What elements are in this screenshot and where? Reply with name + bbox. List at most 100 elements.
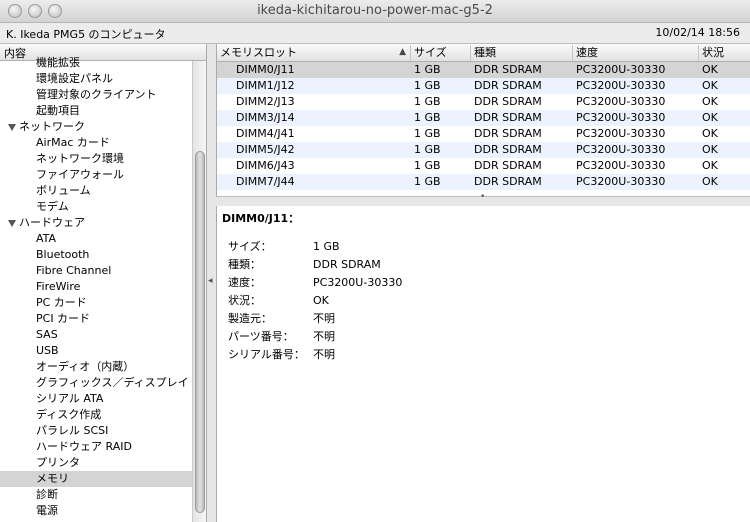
sidebar-item[interactable]: AirMac カード bbox=[0, 135, 206, 151]
sidebar-item-label: ボリューム bbox=[36, 184, 91, 197]
table-row[interactable]: DIMM3/J14 1 GB DDR SDRAM PC3200U-30330 OK bbox=[217, 110, 750, 126]
table-cell: DIMM3/J14 bbox=[236, 111, 295, 124]
table-cell: 1 GB bbox=[414, 79, 441, 92]
table-row[interactable]: DIMM0/J11 1 GB DDR SDRAM PC3200U-30330 OK bbox=[217, 62, 750, 78]
sidebar-item[interactable]: PC カード bbox=[0, 295, 206, 311]
sidebar-item[interactable]: ATA bbox=[0, 231, 206, 247]
sidebar-item[interactable]: ネットワーク環境 bbox=[0, 151, 206, 167]
sidebar-item[interactable]: 起動項目 bbox=[0, 103, 206, 119]
sidebar-item[interactable]: モデム bbox=[0, 199, 206, 215]
sidebar-item[interactable]: パラレル SCSI bbox=[0, 423, 206, 439]
detail-field-value: 不明 bbox=[313, 348, 335, 361]
table-cell: DDR SDRAM bbox=[474, 95, 542, 108]
sidebar-item[interactable]: オーディオ（内蔵） bbox=[0, 359, 206, 375]
sidebar-item[interactable]: USB bbox=[0, 343, 206, 359]
window-title: ikeda-kichitarou-no-power-mac-g5-2 bbox=[257, 3, 493, 18]
disclosure-triangle-icon[interactable] bbox=[8, 219, 16, 227]
table-cell: DDR SDRAM bbox=[474, 111, 542, 124]
detail-field-value: 1 GB bbox=[313, 240, 340, 253]
column-header-type[interactable]: 種類 bbox=[471, 45, 573, 61]
vertical-split-handle[interactable]: ◂ bbox=[207, 44, 215, 522]
sidebar-item-label: AirMac カード bbox=[36, 136, 110, 149]
table-cell: PC3200U-30330 bbox=[576, 63, 666, 76]
column-header-size[interactable]: サイズ bbox=[411, 45, 471, 61]
sidebar-item[interactable]: グラフィックス／ディスプレイ bbox=[0, 375, 206, 391]
sidebar-item[interactable]: プリンタ bbox=[0, 455, 206, 471]
sidebar-item[interactable]: 診断 bbox=[0, 487, 206, 503]
sidebar-item-label: ディスク作成 bbox=[36, 408, 102, 421]
sidebar-item-label: ハードウェア RAID bbox=[36, 440, 132, 453]
table-cell: DIMM2/J13 bbox=[236, 95, 295, 108]
sidebar-group[interactable]: ハードウェア bbox=[0, 215, 200, 231]
sidebar-item[interactable]: Fibre Channel bbox=[0, 263, 206, 279]
sidebar-item[interactable]: Bluetooth bbox=[0, 247, 206, 263]
sidebar-item[interactable]: PCI カード bbox=[0, 311, 206, 327]
sidebar-item-label: プリンタ bbox=[36, 456, 80, 469]
column-header-speed[interactable]: 速度 bbox=[573, 45, 699, 61]
table-cell: OK bbox=[702, 175, 718, 188]
table-cell: DDR SDRAM bbox=[474, 159, 542, 172]
sidebar-item-label: 環境設定パネル bbox=[36, 72, 113, 85]
table-cell: PC3200U-30330 bbox=[576, 143, 666, 156]
table-cell: PC3200U-30330 bbox=[576, 159, 666, 172]
table-cell: DDR SDRAM bbox=[474, 175, 542, 188]
detail-field-value: 不明 bbox=[313, 312, 335, 325]
sidebar-item-label: モデム bbox=[36, 200, 69, 213]
sidebar-item-label: オーディオ（内蔵） bbox=[36, 360, 135, 373]
info-bar: K. Ikeda PMG5 のコンピュータ 10/02/14 18:56 bbox=[0, 23, 750, 44]
table-row[interactable]: DIMM7/J44 1 GB DDR SDRAM PC3200U-30330 OK bbox=[217, 174, 750, 190]
detail-field-value: OK bbox=[313, 294, 329, 307]
sidebar-item[interactable]: ボリューム bbox=[0, 183, 206, 199]
sidebar-item[interactable]: ディスク作成 bbox=[0, 407, 206, 423]
sidebar-item[interactable]: SAS bbox=[0, 327, 206, 343]
table-cell: 1 GB bbox=[414, 175, 441, 188]
table-cell: OK bbox=[702, 63, 718, 76]
detail-field-label: 製造元： bbox=[228, 312, 272, 325]
computer-name: K. Ikeda PMG5 のコンピュータ bbox=[6, 28, 166, 41]
split-dot-icon: • bbox=[480, 192, 486, 202]
sidebar-item-label: 起動項目 bbox=[36, 104, 80, 117]
table-row[interactable]: DIMM5/J42 1 GB DDR SDRAM PC3200U-30330 OK bbox=[217, 142, 750, 158]
sidebar-item[interactable]: メモリ bbox=[0, 471, 206, 487]
sidebar-item[interactable]: 管理対象のクライアント bbox=[0, 87, 206, 103]
table-cell: DIMM4/J41 bbox=[236, 127, 295, 140]
sidebar-item-label: ネットワーク bbox=[19, 120, 85, 133]
sidebar-scrollbar[interactable] bbox=[192, 61, 206, 522]
table-header: メモリスロット ▲ サイズ 種類 速度 状況 bbox=[217, 44, 750, 62]
disclosure-triangle-icon[interactable] bbox=[8, 123, 16, 131]
sidebar-item-label: ハードウェア bbox=[19, 216, 85, 229]
scrollbar-thumb[interactable] bbox=[195, 151, 205, 513]
table-cell: OK bbox=[702, 95, 718, 108]
table-row[interactable]: DIMM1/J12 1 GB DDR SDRAM PC3200U-30330 OK bbox=[217, 78, 750, 94]
sidebar-item[interactable]: 機能拡張 bbox=[0, 55, 206, 71]
table-cell: PC3200U-30330 bbox=[576, 111, 666, 124]
sidebar-item-label: PC カード bbox=[36, 296, 87, 309]
table-cell: DIMM5/J42 bbox=[236, 143, 295, 156]
table-cell: DIMM7/J44 bbox=[236, 175, 295, 188]
table-row[interactable]: DIMM4/J41 1 GB DDR SDRAM PC3200U-30330 OK bbox=[217, 126, 750, 142]
sidebar-item[interactable]: 環境設定パネル bbox=[0, 71, 206, 87]
sidebar-item[interactable]: ファイアウォール bbox=[0, 167, 206, 183]
sidebar-item-label: メモリ bbox=[36, 472, 69, 485]
column-header-slot[interactable]: メモリスロット ▲ bbox=[217, 45, 411, 61]
sidebar-item[interactable]: シリアル ATA bbox=[0, 391, 206, 407]
table-cell: DIMM0/J11 bbox=[236, 63, 295, 76]
sidebar-item[interactable]: FireWire bbox=[0, 279, 206, 295]
sidebar-item-label: FireWire bbox=[36, 280, 81, 293]
table-row[interactable]: DIMM6/J43 1 GB DDR SDRAM PC3200U-30330 OK bbox=[217, 158, 750, 174]
sidebar-item-label: 診断 bbox=[36, 488, 58, 501]
sidebar-item[interactable]: ハードウェア RAID bbox=[0, 439, 206, 455]
table-row[interactable]: DIMM2/J13 1 GB DDR SDRAM PC3200U-30330 OK bbox=[217, 94, 750, 110]
table-cell: 1 GB bbox=[414, 95, 441, 108]
table-cell: 1 GB bbox=[414, 127, 441, 140]
table-cell: 1 GB bbox=[414, 63, 441, 76]
sidebar-item[interactable]: 電源 bbox=[0, 503, 206, 519]
detail-field-label: 速度： bbox=[228, 276, 261, 289]
column-header-status[interactable]: 状況 bbox=[699, 45, 750, 61]
detail-field-label: サイズ： bbox=[228, 240, 272, 253]
detail-field-value: PC3200U-30330 bbox=[313, 276, 403, 289]
table-cell: DDR SDRAM bbox=[474, 143, 542, 156]
detail-field-value: DDR SDRAM bbox=[313, 258, 381, 271]
sidebar-group[interactable]: ネットワーク bbox=[0, 119, 200, 135]
table-cell: 1 GB bbox=[414, 111, 441, 124]
